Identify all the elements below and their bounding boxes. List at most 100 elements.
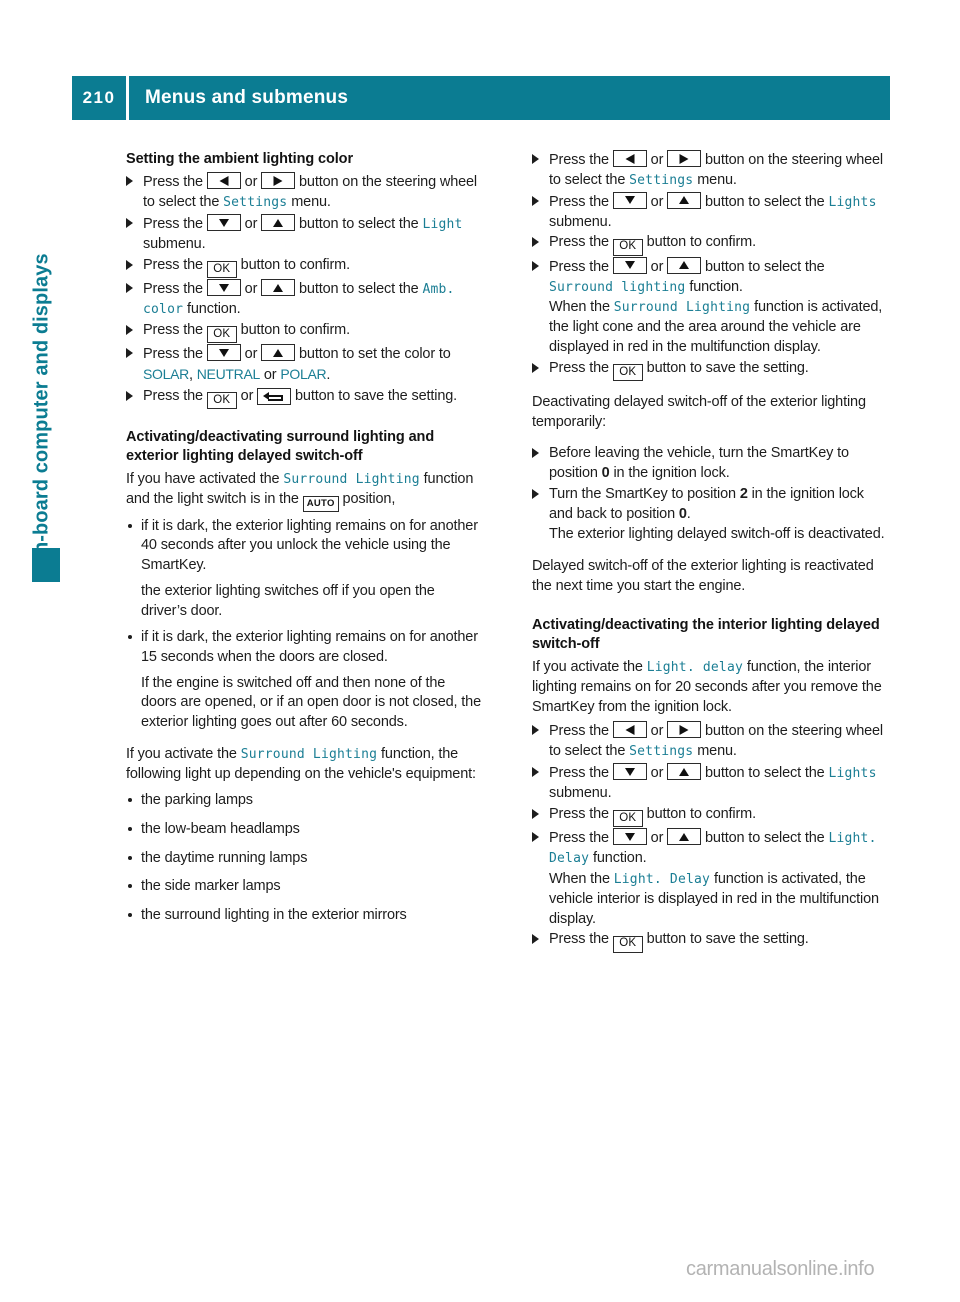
step-marker-icon [126,283,133,294]
list-item-text: the surround lighting in the exterior mi… [141,907,407,924]
left-arrow-key-icon [612,721,647,739]
step-marker-icon [532,154,539,164]
step-item: Press the OK button to save the setting. [532,930,890,953]
step-text: button to select the [701,765,829,782]
step-marker-icon [532,237,539,248]
step-text: Press the [549,258,613,275]
step-text: Press the [549,765,613,782]
step-text: submenu. [143,236,206,252]
ok-key-icon: OK [612,810,643,828]
step-text: Press the [549,723,613,740]
right-arrow-key-icon [667,150,702,167]
ok-key-icon: OK [206,261,237,279]
up-arrow-key-icon [261,279,296,297]
step-text: Press the [549,359,613,376]
step-text: or [240,281,262,298]
step-item: Before leaving the vehicle, turn the Sma… [532,444,890,484]
step-text: Press the [143,256,207,273]
ui-term-surround-lighting: Surround Lighting [240,747,378,763]
bullet-dot-icon [128,523,132,528]
ui-term-lights: Lights [828,194,877,210]
step-text: Press the [143,321,207,338]
right-arrow-key-icon [261,172,296,190]
step-marker-icon [532,808,539,819]
ui-term-light-delay: Light. delay [646,659,744,675]
auto-key-icon: AUTO [302,495,339,512]
bullet-dot-icon [128,855,132,860]
step-marker-icon [532,934,539,945]
ignition-position-value: 0 [678,505,687,522]
step-item: Turn the SmartKey to position 2 in the i… [532,485,890,525]
step-marker-icon [532,260,539,271]
step-text: menu. [693,171,737,188]
step-item: Press the or button to set the color to … [126,344,484,386]
step-text: or [646,152,668,168]
step-marker-icon [126,348,133,359]
step-text: . [686,505,691,522]
ui-term-settings: Settings [629,744,694,760]
bullet-dot-icon [128,797,132,802]
left-arrow-key-icon [612,150,647,167]
step-marker-icon [126,259,133,270]
step-item: Press the or button to select the Light … [126,214,484,255]
page-number: 210 [72,76,126,120]
step-text: button to save the setting. [291,387,458,404]
step-text: Press the [143,281,207,298]
list-item-follow-text: the exterior lighting switches off if yo… [141,583,435,619]
ui-term-light: Light [422,217,463,233]
step-text: or [646,258,668,275]
step-text: Press the [549,234,613,251]
paragraph-deactivate-temporarily: Deactivating delayed switch-off of the e… [532,394,866,431]
step-text: button to confirm. [642,805,756,822]
step-text: menu. [693,743,737,760]
step-marker-icon [126,218,133,229]
paragraph-text: If you have activated the [126,470,284,487]
step-marker-icon [126,324,133,335]
step-text: or [240,216,262,233]
list-item: the side marker lamps [126,877,484,897]
step-text: button to select the [295,216,423,233]
bullet-dot-icon [128,884,132,889]
step-item: Press the OK or button to save the setti… [126,387,484,410]
list-item: the parking lamps [126,791,484,811]
step-marker-icon [532,362,539,373]
step-marker-icon [532,767,539,778]
step-text: or [646,830,668,847]
right-column: Press the or button on the steering whee… [532,150,890,954]
step-item: Press the or button to select the Lights… [532,763,890,804]
step-item: Press the or button to select the Surrou… [532,256,890,298]
ignition-position-value: 2 [739,485,748,502]
list-item: if it is dark, the exterior lighting rem… [126,628,484,668]
list-item-text: the parking lamps [141,791,253,808]
bullet-dot-icon [128,634,132,639]
down-arrow-key-icon [612,763,647,781]
step-text: button to confirm. [236,321,350,338]
down-arrow-key-icon [612,191,647,209]
page-body: Setting the ambient lighting color Press… [126,150,890,954]
step-item: Press the or button on the steering whee… [532,721,890,762]
step-text: function. [685,278,743,295]
step-text: Press the [549,931,613,948]
step-text: . [326,366,331,383]
up-arrow-key-icon [667,191,702,209]
step-text: Press the [549,830,613,847]
step-text: or [646,723,668,740]
page-header-bar: 210 Menus and submenus [72,76,890,120]
step-note-text: When the [549,299,614,316]
step-item: Press the or button to select the Lights… [532,191,890,233]
step-text: or [236,387,258,404]
ignition-position-value: 0 [601,464,610,481]
list-item: the surround lighting in the exterior mi… [126,906,484,926]
down-arrow-key-icon [206,344,241,362]
step-marker-icon [532,195,539,206]
step-item: Press the or button to select the Amb. c… [126,279,484,320]
step-note-text: When the [549,870,614,887]
ui-term-light-delay: Light. Delay [613,871,711,887]
heading-setting-ambient-lighting-color: Setting the ambient lighting color [126,151,353,167]
page-title: Menus and submenus [145,87,349,108]
chapter-tab-marker [32,548,60,582]
up-arrow-key-icon [667,763,702,781]
list-item: the low-beam headlamps [126,820,484,840]
step-text: or [240,174,262,191]
bullet-dot-icon [128,826,132,831]
